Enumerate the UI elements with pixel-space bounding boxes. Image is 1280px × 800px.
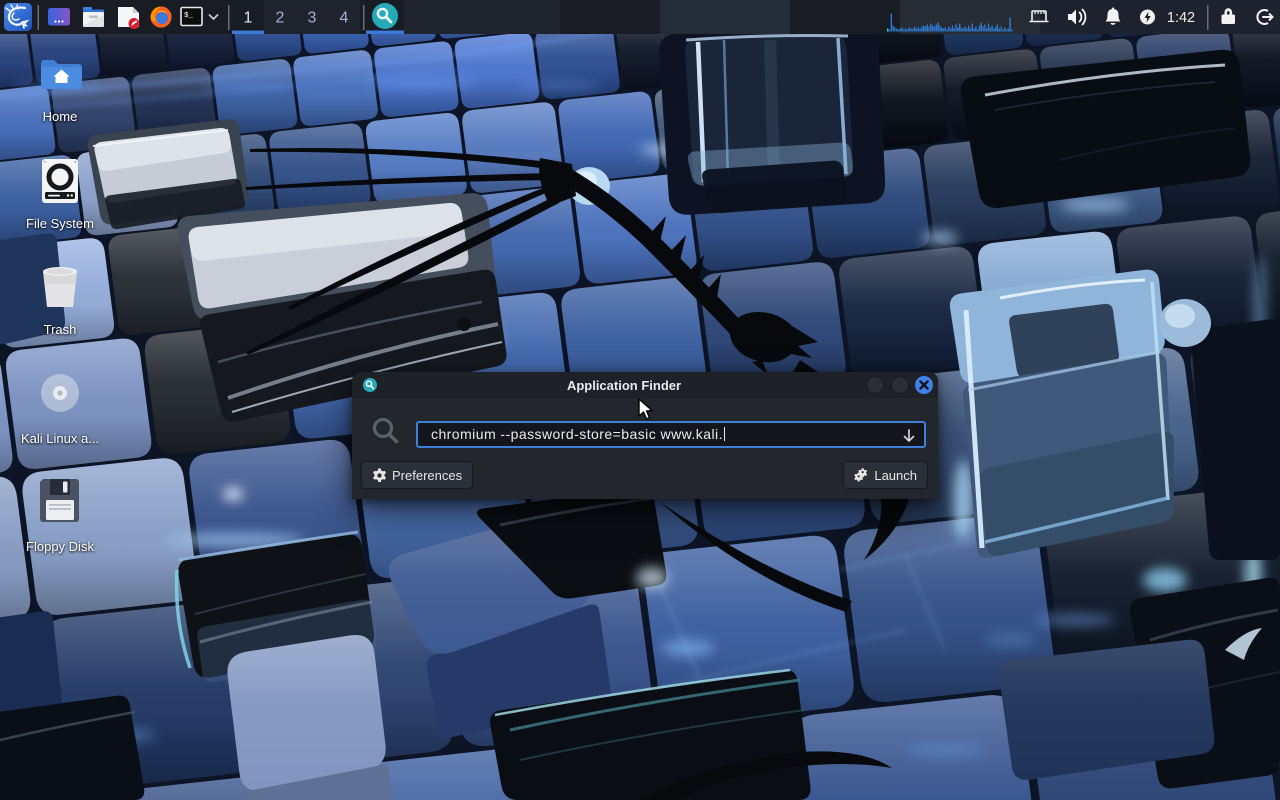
svg-text:$_: $_ — [184, 12, 194, 20]
svg-text:1: 1 — [244, 10, 253, 27]
svg-text:2: 2 — [276, 10, 285, 27]
svg-text:3: 3 — [308, 10, 317, 27]
svg-text:1:42: 1:42 — [1167, 10, 1195, 26]
svg-text:4: 4 — [340, 10, 349, 27]
